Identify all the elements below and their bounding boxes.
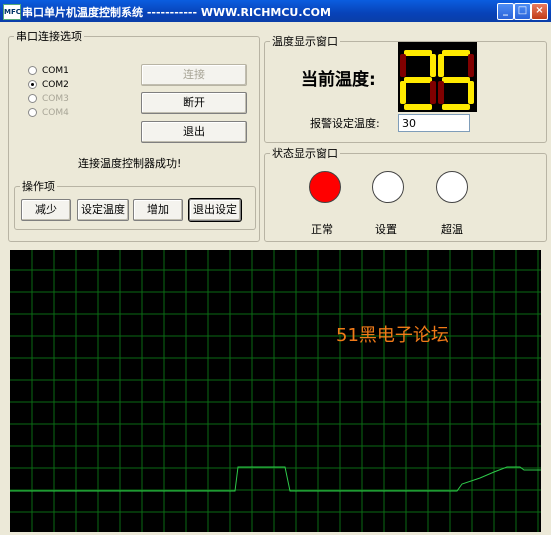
- segment-e: [438, 81, 444, 104]
- radio-label: COM2: [42, 80, 69, 90]
- exit-button[interactable]: 退出: [141, 121, 247, 143]
- setting-status-lamp: [372, 171, 404, 203]
- segment-g: [442, 77, 470, 83]
- radio-dot: [28, 94, 37, 103]
- status-display-group: 状态显示窗口: [264, 145, 547, 242]
- connect-button[interactable]: 连接: [141, 64, 247, 86]
- temperature-group-legend: 温度显示窗口: [272, 35, 338, 48]
- set-temperature-button[interactable]: 设定温度: [77, 199, 129, 221]
- alarm-temperature-label: 报警设定温度:: [310, 117, 380, 130]
- decrease-button[interactable]: 减少: [21, 199, 71, 221]
- segment-digits: [400, 50, 474, 110]
- operations-group-legend: 操作项: [22, 180, 55, 193]
- segment-d: [404, 104, 432, 110]
- radio-com3: COM3: [28, 94, 69, 104]
- segment-a: [404, 50, 432, 56]
- maximize-button[interactable]: □: [514, 3, 531, 20]
- increase-button[interactable]: 增加: [133, 199, 183, 221]
- radio-com4: COM4: [28, 108, 69, 118]
- alarm-temperature-input[interactable]: 30: [398, 114, 470, 132]
- close-button[interactable]: ×: [531, 3, 548, 20]
- disconnect-button[interactable]: 断开: [141, 92, 247, 114]
- seven-segment-display: [398, 42, 477, 112]
- graph-grid: [10, 250, 541, 532]
- exit-setting-button[interactable]: 退出设定: [188, 198, 242, 222]
- graph-canvas: [10, 250, 541, 532]
- normal-status-lamp: [309, 171, 341, 203]
- segment-a: [442, 50, 470, 56]
- temperature-graph: [10, 250, 541, 532]
- radio-label: COM4: [42, 108, 69, 118]
- connection-status: 连接温度控制器成功!: [78, 157, 182, 170]
- window-title: 串口单片机温度控制系统 ----------- WWW.RICHMCU.COM: [22, 6, 331, 19]
- serial-group-legend: 串口连接选项: [16, 30, 82, 43]
- current-temperature-label: 当前温度:: [301, 70, 376, 90]
- segment-f: [400, 54, 406, 77]
- temperature-trace: [10, 466, 541, 492]
- minimize-button[interactable]: _: [497, 3, 514, 20]
- over-temp-status-lamp: [436, 171, 468, 203]
- segment-b: [468, 54, 474, 77]
- radio-label: COM1: [42, 66, 69, 76]
- title-bar[interactable]: MFC 串口单片机温度控制系统 ----------- WWW.RICHMCU.…: [0, 0, 551, 22]
- radio-dot-selected[interactable]: [28, 80, 37, 89]
- radio-dot: [28, 108, 37, 117]
- app-icon: MFC: [3, 4, 21, 20]
- radio-dot[interactable]: [28, 66, 37, 75]
- segment-b: [430, 54, 436, 77]
- watermark-text: 51黑电子论坛: [336, 325, 449, 346]
- radio-com1[interactable]: COM1: [28, 66, 69, 76]
- segment-g: [404, 77, 432, 83]
- setting-lamp-label: 设置: [375, 223, 397, 236]
- radio-com2[interactable]: COM2: [28, 80, 69, 90]
- status-group-legend: 状态显示窗口: [272, 147, 338, 160]
- over-temp-lamp-label: 超温: [441, 223, 463, 236]
- segment-e: [400, 81, 406, 104]
- radio-label: COM3: [42, 94, 69, 104]
- normal-lamp-label: 正常: [311, 223, 333, 236]
- segment-c: [430, 81, 436, 104]
- segment-d: [442, 104, 470, 110]
- segment-c: [468, 81, 474, 104]
- segment-f: [438, 54, 444, 77]
